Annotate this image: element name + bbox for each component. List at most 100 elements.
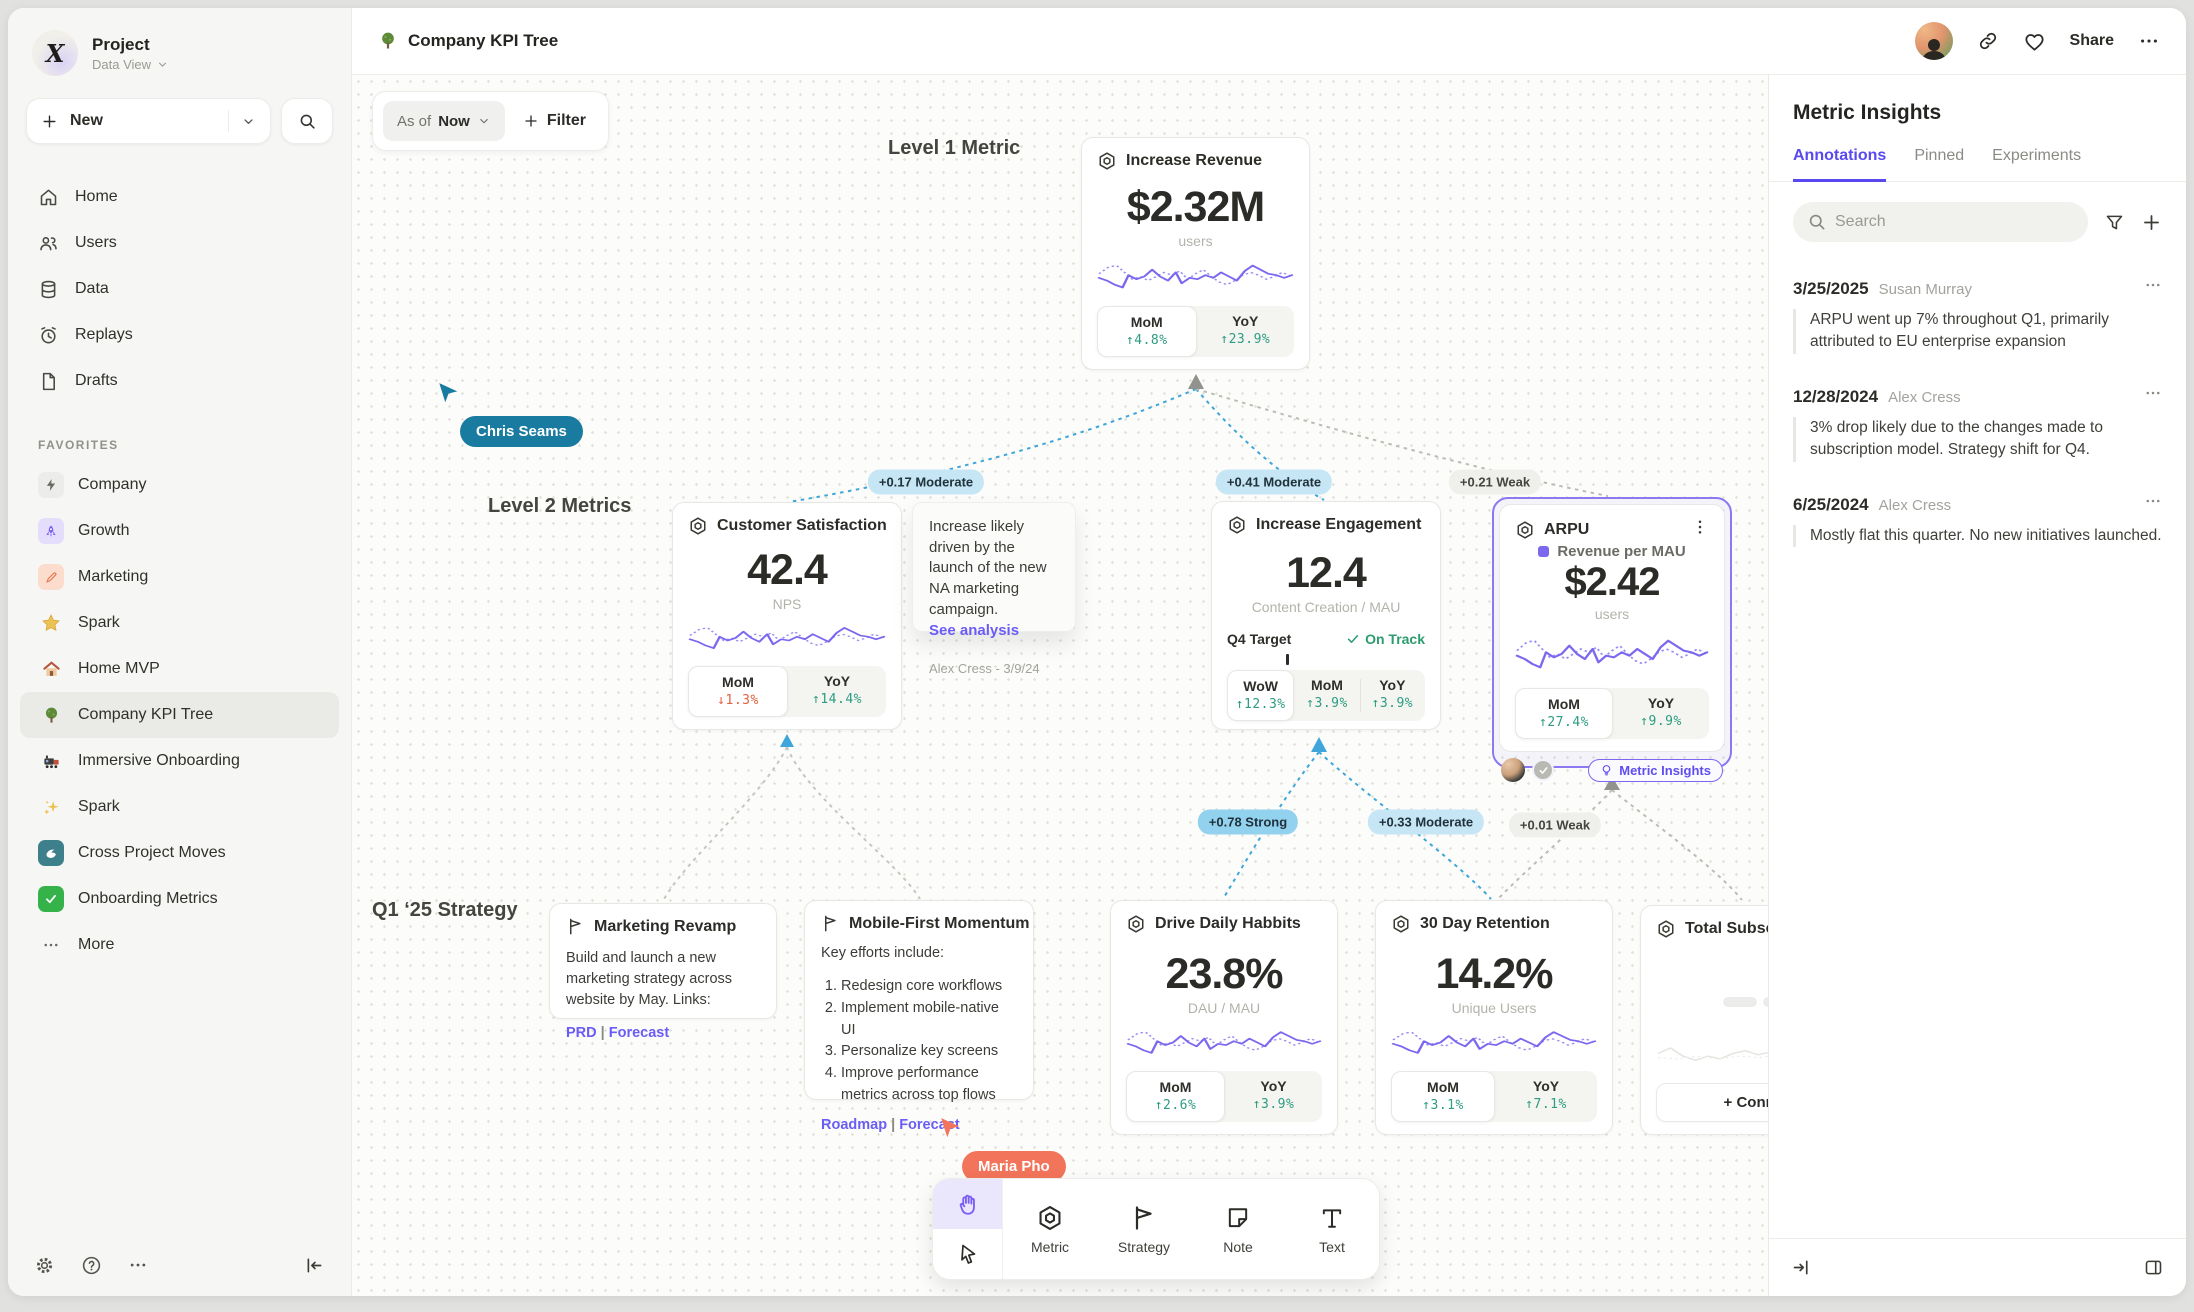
search-input[interactable] bbox=[1793, 202, 2088, 242]
prd-link[interactable]: PRD bbox=[566, 1025, 597, 1041]
metric-tool-button[interactable]: Metric bbox=[1003, 1179, 1097, 1279]
sidebar-item-drafts[interactable]: Drafts bbox=[8, 358, 351, 404]
favorite-company-kpi-tree[interactable]: Company KPI Tree bbox=[20, 692, 339, 738]
sidebar-item-data[interactable]: Data bbox=[8, 266, 351, 312]
database-icon bbox=[38, 279, 59, 300]
metric-card-arpu[interactable]: ARPU Revenue per MAU $2.42 users MoM bbox=[1492, 497, 1732, 768]
stat-mom[interactable]: MoM ↑3.9% bbox=[1294, 670, 1359, 721]
card-title: Marketing Revamp bbox=[594, 918, 736, 936]
favorite-home-mvp[interactable]: Home MVP bbox=[20, 646, 339, 692]
collapse-left-icon bbox=[304, 1255, 325, 1276]
favorite-growth[interactable]: Growth bbox=[20, 508, 339, 554]
stat-mom[interactable]: MoM ↑27.4% bbox=[1515, 688, 1613, 739]
text-tool-button[interactable]: Text bbox=[1285, 1179, 1379, 1279]
metric-card-drive-daily-habbits[interactable]: Drive Daily Habbits 23.8% DAU / MAU MoM … bbox=[1110, 900, 1338, 1135]
correlation-badge: +0.33 Moderate bbox=[1368, 810, 1484, 835]
add-annotation-button[interactable] bbox=[2141, 212, 2162, 233]
card-title: 30 Day Retention bbox=[1420, 915, 1550, 933]
stat-yoy[interactable]: YoY ↑3.9% bbox=[1360, 670, 1425, 721]
project-switcher[interactable]: X Project Data View bbox=[8, 8, 351, 86]
sidebar-item-home[interactable]: Home bbox=[8, 174, 351, 220]
favorite-onboarding-metrics[interactable]: Onboarding Metrics bbox=[20, 876, 339, 922]
annotation-item[interactable]: 6/25/2024 Alex Cress Mostly flat this qu… bbox=[1769, 478, 2186, 547]
filter-annotations-button[interactable] bbox=[2104, 212, 2125, 233]
help-button[interactable] bbox=[81, 1255, 102, 1276]
chevron-down-icon[interactable] bbox=[241, 114, 256, 129]
sidebar-search-button[interactable] bbox=[281, 98, 333, 144]
link-separator: | bbox=[887, 1117, 899, 1133]
filter-button[interactable]: Filter bbox=[519, 112, 598, 130]
favorite-marketing[interactable]: Marketing bbox=[20, 554, 339, 600]
new-button[interactable]: New bbox=[26, 98, 271, 144]
card-menu-button[interactable] bbox=[1691, 518, 1709, 541]
avatar[interactable] bbox=[1915, 22, 1953, 60]
annotation-item[interactable]: 12/28/2024 Alex Cress 3% drop likely due… bbox=[1769, 370, 2186, 462]
card-title: Increase Engagement bbox=[1256, 516, 1421, 534]
tab-experiments[interactable]: Experiments bbox=[1992, 147, 2081, 181]
stat-mom[interactable]: MoM ↑2.6% bbox=[1126, 1071, 1225, 1122]
tab-pinned[interactable]: Pinned bbox=[1914, 147, 1964, 181]
roadmap-link[interactable]: Roadmap bbox=[821, 1117, 887, 1133]
forecast-link[interactable]: Forecast bbox=[609, 1025, 669, 1041]
settings-button[interactable] bbox=[34, 1255, 55, 1276]
annotation-menu-button[interactable] bbox=[2144, 384, 2162, 407]
select-tool-button[interactable] bbox=[933, 1229, 1002, 1279]
annotation-menu-button[interactable] bbox=[2144, 276, 2162, 299]
stat-yoy[interactable]: YoY ↑14.4% bbox=[788, 666, 886, 717]
metric-card-30-day-retention[interactable]: 30 Day Retention 14.2% Unique Users MoM … bbox=[1375, 900, 1613, 1135]
hand-tool-button[interactable] bbox=[933, 1179, 1002, 1229]
copy-link-button[interactable] bbox=[1977, 30, 1999, 52]
favorite-button[interactable] bbox=[2023, 30, 2046, 53]
stat-yoy[interactable]: YoY ↑7.1% bbox=[1495, 1071, 1597, 1122]
metric-card-customer-satisfaction[interactable]: Customer Satisfaction 42.4 NPS MoM ↓1.3%… bbox=[672, 502, 902, 730]
target-marker bbox=[1286, 654, 1289, 665]
metric-insights-button[interactable]: Metric Insights bbox=[1588, 759, 1723, 782]
metric-card-increase-revenue[interactable]: Increase Revenue $2.32M users MoM ↑4.8% … bbox=[1081, 137, 1310, 370]
tab-annotations[interactable]: Annotations bbox=[1793, 147, 1886, 182]
metric-card-increase-engagement[interactable]: Increase Engagement 12.4 Content Creatio… bbox=[1211, 501, 1441, 730]
stat-yoy[interactable]: YoY ↑23.9% bbox=[1197, 306, 1295, 357]
collapse-panel-button[interactable] bbox=[1791, 1257, 1812, 1278]
stat-mom[interactable]: MoM ↑3.1% bbox=[1391, 1071, 1495, 1122]
annotation-menu-button[interactable] bbox=[2144, 492, 2162, 515]
correlation-badge: +0.01 Weak bbox=[1509, 813, 1601, 838]
topbar-more-button[interactable] bbox=[2138, 30, 2160, 52]
level-1-label: Level 1 Metric bbox=[888, 137, 1020, 160]
strategy-tool-button[interactable]: Strategy bbox=[1097, 1179, 1191, 1279]
layout-toggle-button[interactable] bbox=[2143, 1257, 2164, 1278]
strategy-card-marketing-revamp[interactable]: Marketing Revamp Build and launch a new … bbox=[549, 903, 777, 1019]
kpi-tree-canvas[interactable]: As of Now Filter Level 1 Metric Level 2 … bbox=[352, 75, 1768, 1296]
stat-yoy[interactable]: YoY ↑9.9% bbox=[1613, 688, 1709, 739]
strategy-card-mobile-first-momentum[interactable]: Mobile-First Momentum Key efforts includ… bbox=[804, 900, 1034, 1100]
stat-mom[interactable]: MoM ↑4.8% bbox=[1097, 306, 1197, 357]
metric-unit: Content Creation / MAU bbox=[1227, 599, 1425, 615]
stat-yoy[interactable]: YoY ↑3.9% bbox=[1225, 1071, 1322, 1122]
canvas-note[interactable]: Increase likely driven by the launch of … bbox=[912, 502, 1076, 632]
sidebar-more[interactable]: More bbox=[20, 922, 339, 968]
note-tool-button[interactable]: Note bbox=[1191, 1179, 1285, 1279]
stat-wow[interactable]: WoW ↑12.3% bbox=[1227, 670, 1294, 721]
annotation-item[interactable]: 3/25/2025 Susan Murray ARPU went up 7% t… bbox=[1769, 262, 2186, 354]
share-button[interactable]: Share bbox=[2070, 32, 2114, 50]
favorite-cross-project-moves[interactable]: Cross Project Moves bbox=[20, 830, 339, 876]
favorite-spark[interactable]: Spark bbox=[20, 600, 339, 646]
wave-icon bbox=[38, 840, 64, 866]
stat-mom[interactable]: MoM ↓1.3% bbox=[688, 666, 788, 717]
favorite-label: Spark bbox=[78, 798, 120, 816]
favorite-company[interactable]: Company bbox=[20, 462, 339, 508]
favorite-spark-2[interactable]: Spark bbox=[20, 784, 339, 830]
sidebar-item-users[interactable]: Users bbox=[8, 220, 351, 266]
sidebar-more-actions[interactable] bbox=[128, 1255, 148, 1275]
metric-icon bbox=[1656, 919, 1676, 939]
metric-card-total-subscriptions[interactable]: Total Subscriptions + Connect bbox=[1640, 905, 1768, 1135]
annotations-search[interactable] bbox=[1793, 202, 2088, 242]
favorite-immersive-onboarding[interactable]: Immersive Onboarding bbox=[20, 738, 339, 784]
plus-icon bbox=[41, 113, 58, 130]
connect-button[interactable]: + Connect bbox=[1656, 1083, 1768, 1122]
correlation-badge: +0.17 Moderate bbox=[868, 470, 984, 495]
as-of-dropdown[interactable]: As of Now bbox=[383, 101, 505, 141]
sidebar-item-replays[interactable]: Replays bbox=[8, 312, 351, 358]
collapse-sidebar-button[interactable] bbox=[304, 1255, 325, 1276]
annotation-author: Susan Murray bbox=[1879, 281, 1972, 298]
see-analysis-link[interactable]: See analysis bbox=[929, 622, 1059, 639]
